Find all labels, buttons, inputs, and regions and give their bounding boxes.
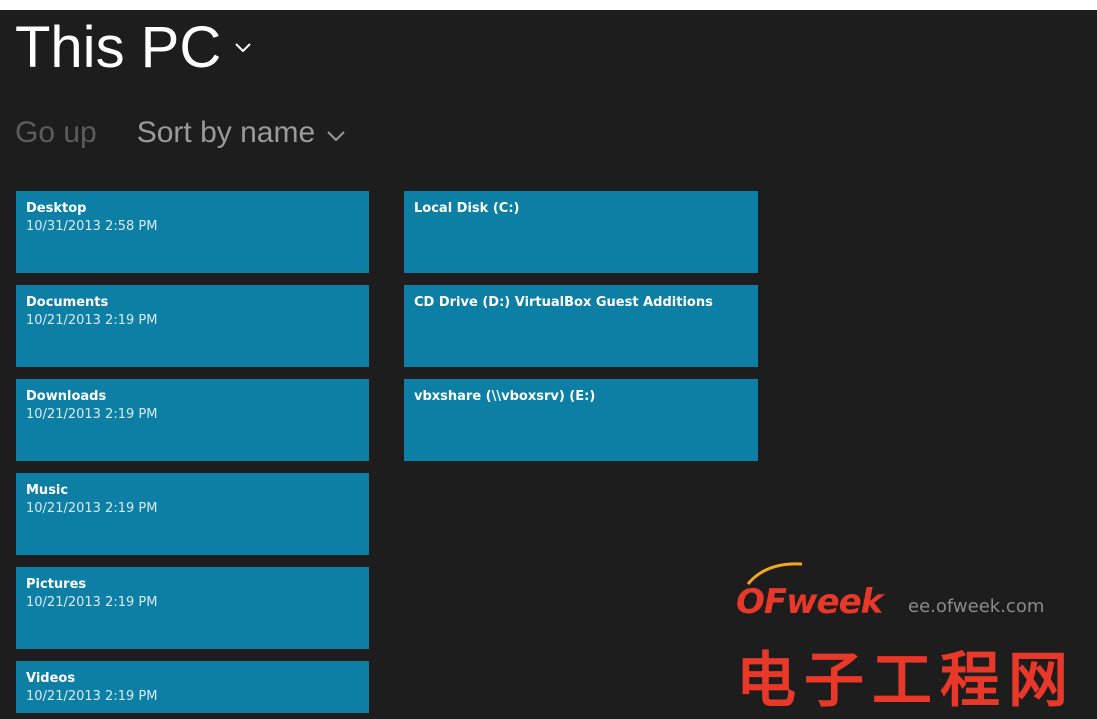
watermark-chinese: 电子工程网 (736, 646, 1076, 716)
command-bar: Go up Sort by name (15, 116, 345, 150)
tile-name: Documents (26, 295, 109, 310)
tile-date: 10/21/2013 2:19 PM (26, 501, 158, 516)
watermark-brand: OFweek (736, 582, 883, 622)
folder-tile-documents[interactable]: Documents 10/21/2013 2:19 PM (16, 285, 369, 367)
folder-tile-music[interactable]: Music 10/21/2013 2:19 PM (16, 473, 369, 555)
folder-tile-pictures[interactable]: Pictures 10/21/2013 2:19 PM (16, 567, 369, 649)
chevron-down-icon (235, 42, 251, 53)
tile-name: vbxshare (\\vboxsrv) (E:) (414, 389, 596, 404)
tile-name: Downloads (26, 389, 107, 404)
folder-tile-desktop[interactable]: Desktop 10/31/2013 2:58 PM (16, 191, 369, 273)
tile-name: Music (26, 483, 69, 498)
tile-date: 10/21/2013 2:19 PM (26, 313, 158, 328)
tile-date: 10/31/2013 2:58 PM (26, 219, 158, 234)
location-title-dropdown[interactable]: This PC (15, 14, 251, 81)
watermark: OFweek ee.ofweek.com 电子工程网 (736, 560, 1097, 716)
folder-tile-videos[interactable]: Videos 10/21/2013 2:19 PM (16, 661, 369, 713)
folder-tile-downloads[interactable]: Downloads 10/21/2013 2:19 PM (16, 379, 369, 461)
tile-name: Pictures (26, 577, 87, 592)
go-up-button[interactable]: Go up (15, 116, 97, 150)
page-title: This PC (15, 15, 222, 80)
tile-name: Desktop (26, 201, 87, 216)
drive-tile-e[interactable]: vbxshare (\\vboxsrv) (E:) (404, 379, 758, 461)
tile-name: CD Drive (D:) VirtualBox Guest Additions (414, 295, 713, 310)
sort-by-dropdown[interactable]: Sort by name (137, 116, 345, 150)
tile-date: 10/21/2013 2:19 PM (26, 689, 158, 704)
drive-tile-d[interactable]: CD Drive (D:) VirtualBox Guest Additions (404, 285, 758, 367)
top-edge-bar (0, 0, 1097, 10)
tile-name: Videos (26, 671, 76, 686)
chevron-down-icon (327, 116, 345, 150)
watermark-url: ee.ofweek.com (908, 596, 1045, 617)
tile-name: Local Disk (C:) (414, 201, 520, 216)
drive-tile-c[interactable]: Local Disk (C:) (404, 191, 758, 273)
tile-date: 10/21/2013 2:19 PM (26, 407, 158, 422)
tile-date: 10/21/2013 2:19 PM (26, 595, 158, 610)
sort-by-label: Sort by name (136, 116, 316, 149)
